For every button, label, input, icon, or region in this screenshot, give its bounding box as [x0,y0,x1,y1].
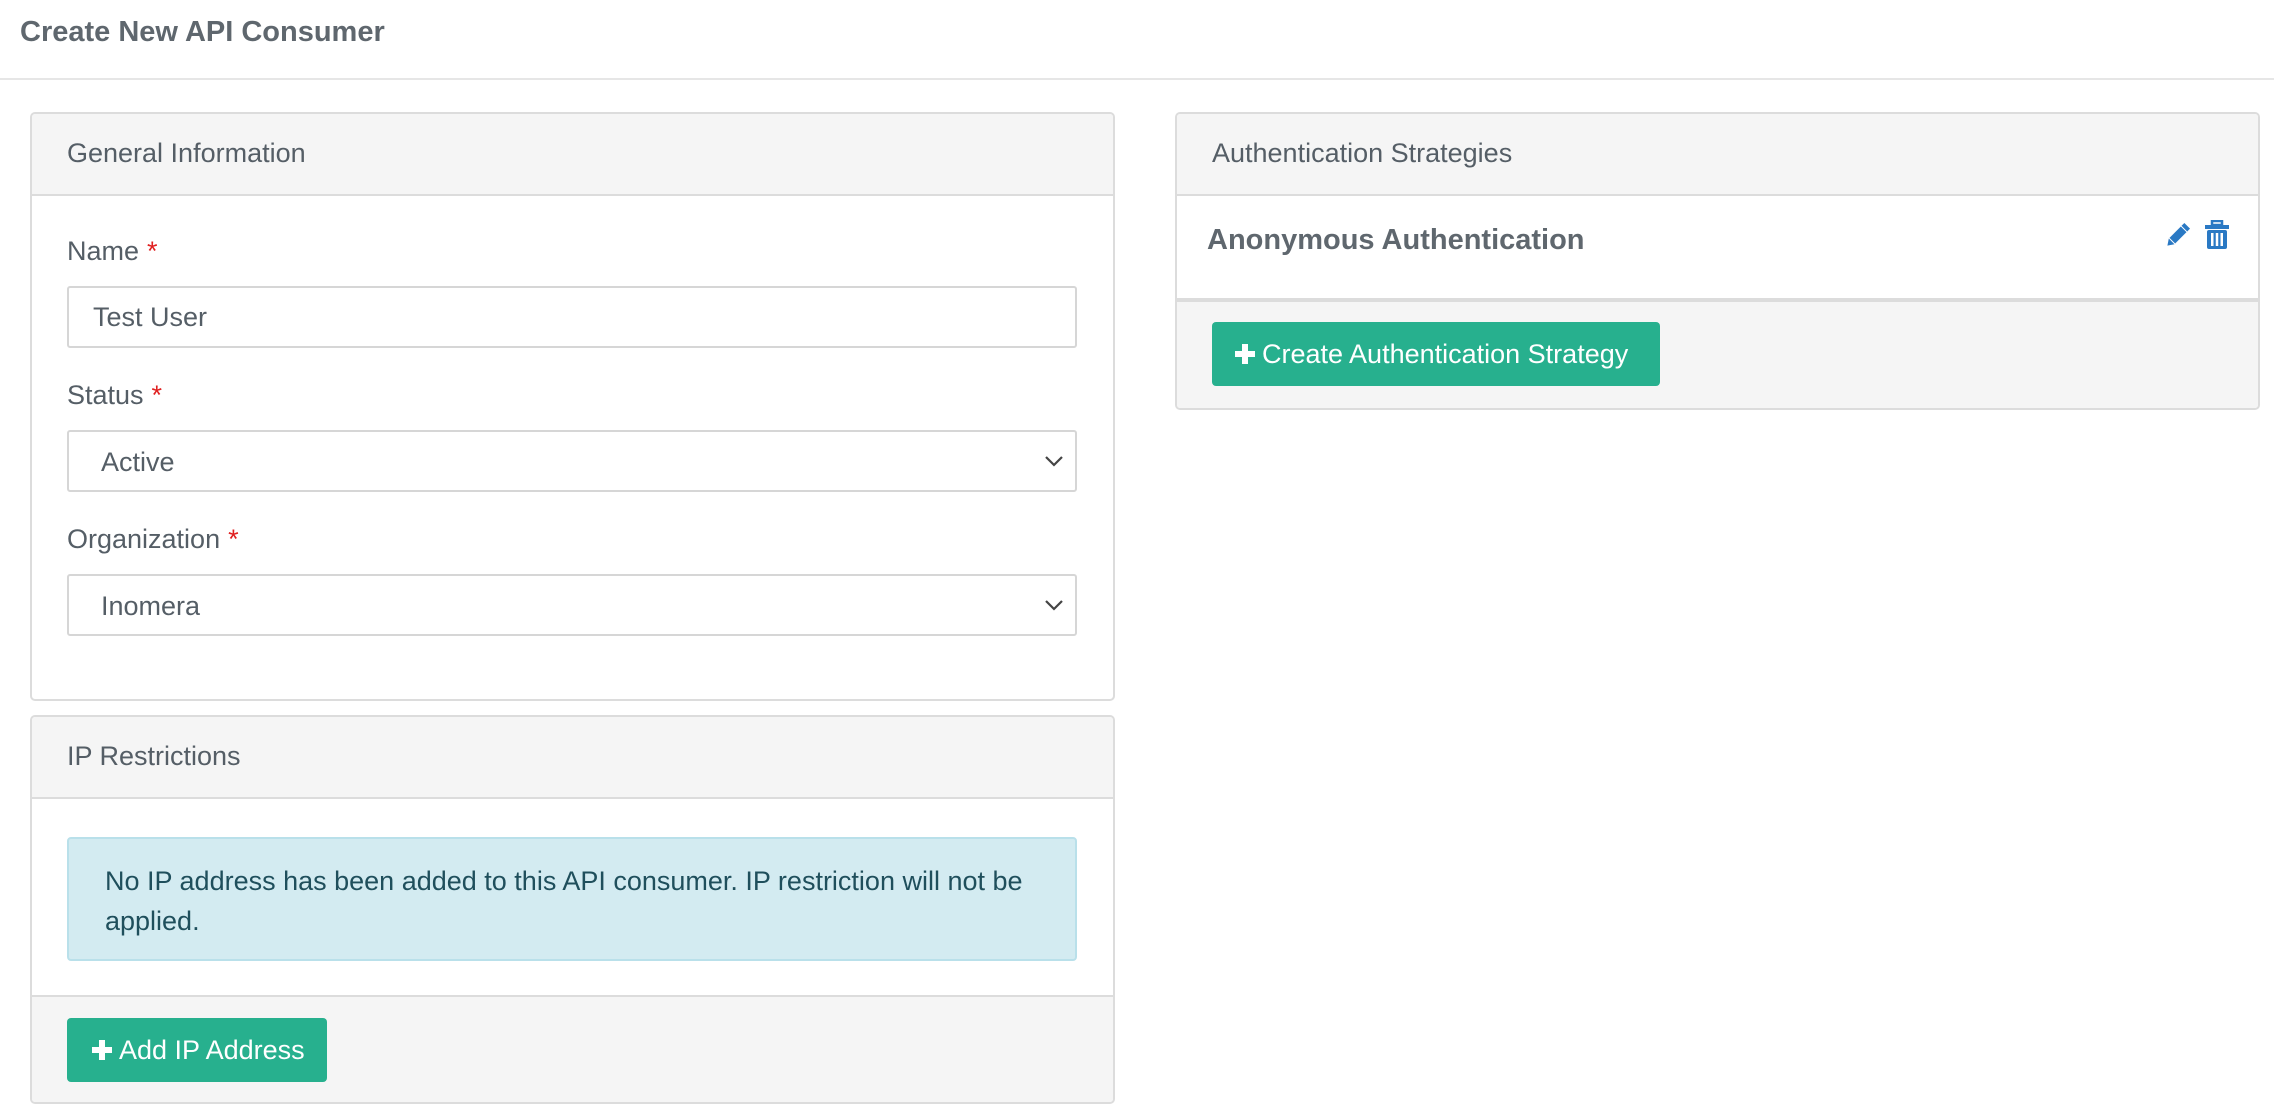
pencil-icon[interactable] [2164,220,2192,250]
ip-restrictions-panel: IP Restrictions No IP address has been a… [30,715,1115,1104]
general-information-panel: General Information Name * Test User Stat… [30,112,1115,701]
required-indicator: * [147,236,158,266]
chevron-down-icon [1045,600,1063,611]
create-authentication-strategy-label: Create Authentication Strategy [1262,338,1629,369]
name-label: Name * [67,236,158,267]
required-indicator: * [228,524,239,554]
info-alert: No IP address has been added to this API… [67,837,1077,961]
panel-title: Authentication Strategies [1212,138,1513,168]
page-title: Create New API Consumer [20,16,385,48]
organization-label: Organization * [67,524,239,555]
status-label: Status * [67,380,162,411]
name-label-text: Name [67,236,140,266]
status-select[interactable]: Active [67,430,1077,492]
status-label-text: Status [67,380,144,410]
plus-icon [92,1040,112,1060]
create-authentication-strategy-button[interactable]: Create Authentication Strategy [1212,322,1660,386]
panel-heading: Authentication Strategies [1177,114,2258,196]
add-ip-address-button[interactable]: Add IP Address [67,1018,327,1082]
add-ip-address-label: Add IP Address [119,1034,305,1065]
organization-select[interactable]: Inomera [67,574,1077,636]
required-indicator: * [151,380,163,410]
page-header: Create New API Consumer [0,0,2274,80]
panel-title: IP Restrictions [67,741,241,771]
authentication-strategies-panel: Authentication Strategies Anonymous Auth… [1175,112,2260,410]
name-input[interactable]: Test User [67,286,1077,348]
panel-title: General Information [67,138,306,168]
plus-icon [1235,344,1255,364]
panel-footer: Add IP Address [32,995,1113,1102]
chevron-down-icon [1045,456,1063,467]
organization-select-value: Inomera [101,591,201,621]
panel-heading: IP Restrictions [32,717,1113,799]
panel-footer: Create Authentication Strategy [1177,300,2258,408]
name-input-value: Test User [93,302,208,332]
panel-heading: General Information [32,114,1113,196]
strategy-list-item: Anonymous Authentication [1177,196,2258,300]
status-select-value: Active [101,447,175,477]
info-alert-text: No IP address has been added to this API… [105,866,1023,936]
organization-label-text: Organization [67,524,221,554]
trash-icon[interactable] [2203,220,2231,250]
strategy-name: Anonymous Authentication [1207,224,1585,256]
